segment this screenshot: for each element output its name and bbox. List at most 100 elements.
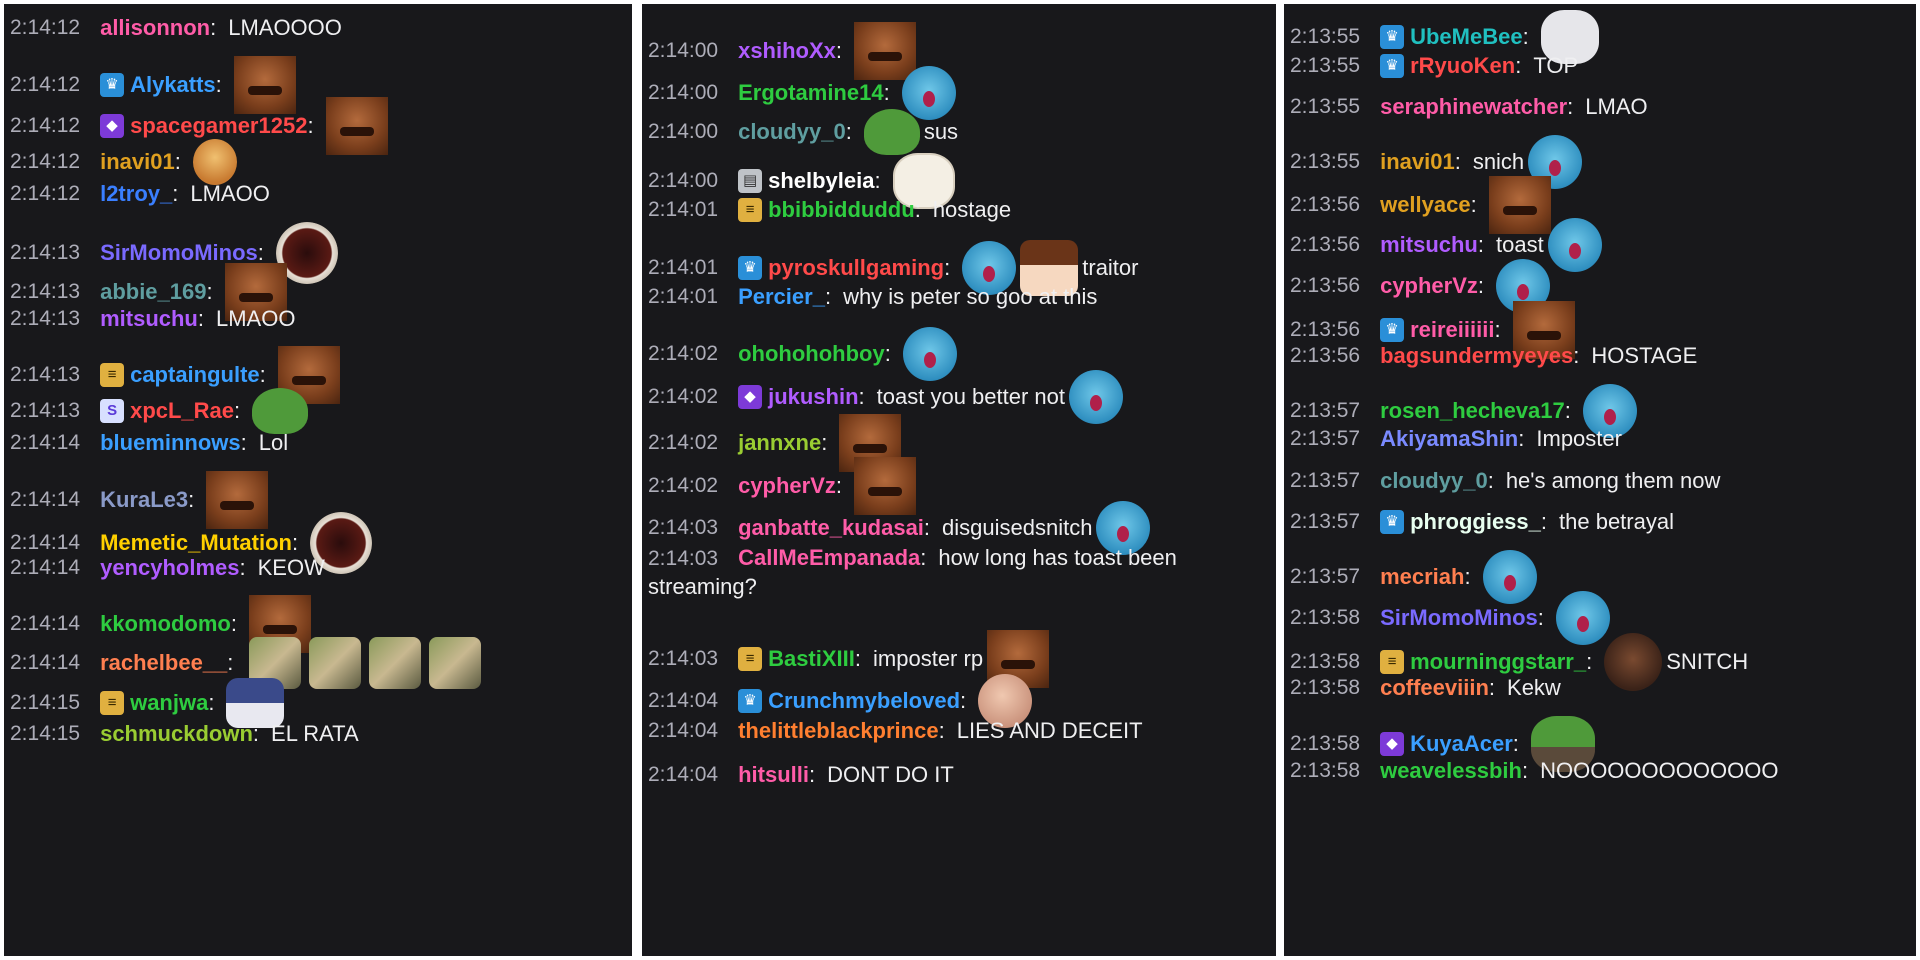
- chat-username[interactable]: CallMeEmpanada: [738, 545, 920, 570]
- username-separator: :: [1515, 52, 1522, 78]
- chat-username[interactable]: seraphinewatcher: [1380, 93, 1567, 121]
- chat-username[interactable]: blueminnows: [100, 429, 241, 457]
- username-separator: :: [252, 720, 260, 746]
- chat-username[interactable]: mourninggstarr_: [1410, 648, 1586, 676]
- chat-username[interactable]: Alykatts: [130, 71, 216, 99]
- pepe-emote-icon[interactable]: [252, 387, 309, 434]
- chat-username[interactable]: Crunchmybeloved: [768, 687, 960, 715]
- chat-username[interactable]: bagsundermyeyes: [1380, 342, 1573, 370]
- chat-username[interactable]: xshihoXx: [738, 37, 836, 65]
- message-timestamp: 2:14:03: [648, 647, 719, 670]
- username-separator: :: [938, 718, 945, 743]
- chat-username[interactable]: hitsulli: [738, 761, 809, 789]
- username-separator: :: [1470, 192, 1477, 217]
- message-text: Imposter: [1536, 426, 1622, 451]
- chat-username[interactable]: reireiiiiii: [1410, 316, 1494, 344]
- chat-username[interactable]: KuyaAcer: [1410, 730, 1513, 758]
- crown-badge-icon[interactable]: ♛: [1380, 53, 1405, 78]
- chat-username[interactable]: pyroskullgaming: [768, 254, 944, 282]
- chat-username[interactable]: AkiyamaShin: [1380, 425, 1518, 453]
- chat-username[interactable]: wanjwa: [130, 689, 208, 717]
- chat-username[interactable]: cloudyy_0: [738, 118, 846, 146]
- chat-username[interactable]: jannxne: [738, 429, 821, 457]
- chat-username[interactable]: rRyuoKen: [1410, 52, 1515, 80]
- chat-username[interactable]: allisonnon: [100, 14, 210, 42]
- chat-username[interactable]: KuraLe3: [100, 486, 188, 514]
- chat-username[interactable]: rosen_hecheva17: [1380, 397, 1565, 425]
- message-text: traitor: [1082, 254, 1139, 280]
- chat-username[interactable]: Ergotamine14: [738, 79, 884, 107]
- bits-badge-icon[interactable]: S: [100, 398, 125, 423]
- prime-badge-icon[interactable]: ◆: [100, 114, 125, 138]
- sub-badge-icon[interactable]: ≡: [738, 647, 763, 671]
- chat-username[interactable]: kkomodomo: [100, 610, 231, 638]
- chat-username[interactable]: captaingulte: [130, 361, 260, 389]
- chat-username[interactable]: spacegamer1252: [130, 112, 307, 140]
- chat-message: 2:14:14 yencyholmes: KEOW: [10, 554, 626, 582]
- chat-username[interactable]: mitsuchu: [100, 305, 198, 333]
- message-text: sus: [923, 119, 959, 144]
- prime-badge-icon[interactable]: ◆: [1380, 731, 1405, 756]
- chat-message: 2:13:57 ♛ phroggiess_: the betrayal: [1290, 508, 1910, 536]
- grey-badge-icon[interactable]: ▤: [738, 168, 763, 193]
- chat-username[interactable]: cypherVz: [738, 472, 836, 500]
- message-text: snich: [1472, 148, 1525, 174]
- crown-badge-icon[interactable]: ♛: [1380, 510, 1405, 534]
- chat-username[interactable]: ohohohohboy: [738, 340, 885, 368]
- prime-badge-icon[interactable]: ◆: [738, 385, 763, 409]
- chat-message: 2:14:04 thelittleblackprince: LIES AND DEC…: [648, 717, 1270, 745]
- crown-badge-icon[interactable]: ♛: [738, 255, 763, 280]
- chat-username[interactable]: xpcL_Rae: [130, 397, 234, 425]
- chat-username[interactable]: BastiXIII: [768, 645, 855, 673]
- message-timestamp: 2:13:57: [1290, 510, 1361, 533]
- chat-username[interactable]: inavi01: [1380, 148, 1455, 176]
- username-separator: :: [1521, 758, 1529, 783]
- chat-username[interactable]: mecriah: [1380, 563, 1464, 591]
- guy-emote-icon[interactable]: [192, 138, 237, 185]
- message-text: Kekw: [1507, 675, 1561, 700]
- chat-username[interactable]: phroggiess_: [1410, 508, 1541, 536]
- crown-badge-icon[interactable]: ♛: [1380, 317, 1405, 342]
- chat-message: 2:14:04 hitsulli: DONT DO IT: [648, 761, 1270, 789]
- chat-username[interactable]: mitsuchu: [1380, 231, 1478, 259]
- message-text: HOSTAGE: [1591, 343, 1698, 368]
- chat-username[interactable]: coffeeviiin: [1380, 674, 1489, 702]
- sub-badge-icon[interactable]: ≡: [1380, 649, 1405, 674]
- crown-badge-icon[interactable]: ♛: [738, 688, 763, 713]
- chat-username[interactable]: jukushin: [768, 383, 858, 411]
- chat-username[interactable]: UbeMeBee: [1410, 23, 1522, 51]
- chat-username[interactable]: cloudyy_0: [1380, 467, 1488, 495]
- message-timestamp: 2:13:58: [1290, 676, 1361, 699]
- chat-username[interactable]: abbie_169: [100, 278, 206, 306]
- chat-username[interactable]: inavi01: [100, 148, 175, 176]
- sub-badge-icon[interactable]: ≡: [738, 198, 763, 222]
- username-separator: :: [227, 649, 234, 675]
- sub-badge-icon[interactable]: ≡: [100, 691, 125, 715]
- crown-badge-icon[interactable]: ♛: [1380, 25, 1405, 49]
- chat-username[interactable]: wellyace: [1380, 191, 1471, 219]
- chat-username[interactable]: yencyholmes: [100, 554, 239, 582]
- username-separator: :: [884, 340, 891, 366]
- message-timestamp: 2:14:14: [10, 650, 81, 674]
- chat-username[interactable]: ganbatte_kudasai: [738, 514, 924, 542]
- username-separator: :: [821, 429, 828, 455]
- chat-username[interactable]: thelittleblackprince: [738, 717, 939, 745]
- crown-badge-icon[interactable]: ♛: [100, 72, 125, 97]
- chat-username[interactable]: weavelessbih: [1380, 757, 1522, 785]
- message-timestamp: 2:13:57: [1290, 468, 1361, 492]
- chat-username[interactable]: shelbyleia: [768, 167, 874, 195]
- username-separator: :: [1540, 509, 1548, 534]
- chat-username[interactable]: l2troy_: [100, 180, 172, 208]
- pepe-emote-icon[interactable]: [863, 109, 920, 155]
- username-separator: :: [259, 362, 266, 387]
- chat-username[interactable]: rachelbee__: [100, 649, 227, 677]
- chat-username[interactable]: bbibbidduddu: [768, 196, 915, 224]
- message-timestamp: 2:13:58: [1290, 731, 1361, 755]
- chat-username[interactable]: Percier_: [738, 283, 825, 311]
- chat-username[interactable]: cypherVz: [1380, 272, 1478, 300]
- chat-username[interactable]: schmuckdown: [100, 720, 253, 748]
- chat-panel-middle: 2:14:00 xshihoXx:2:14:00 Ergotamine14:2:14…: [642, 4, 1276, 956]
- chat-username[interactable]: SirMomoMinos: [1380, 604, 1538, 632]
- sub-badge-icon[interactable]: ≡: [100, 363, 125, 387]
- username-separator: :: [1454, 148, 1461, 174]
